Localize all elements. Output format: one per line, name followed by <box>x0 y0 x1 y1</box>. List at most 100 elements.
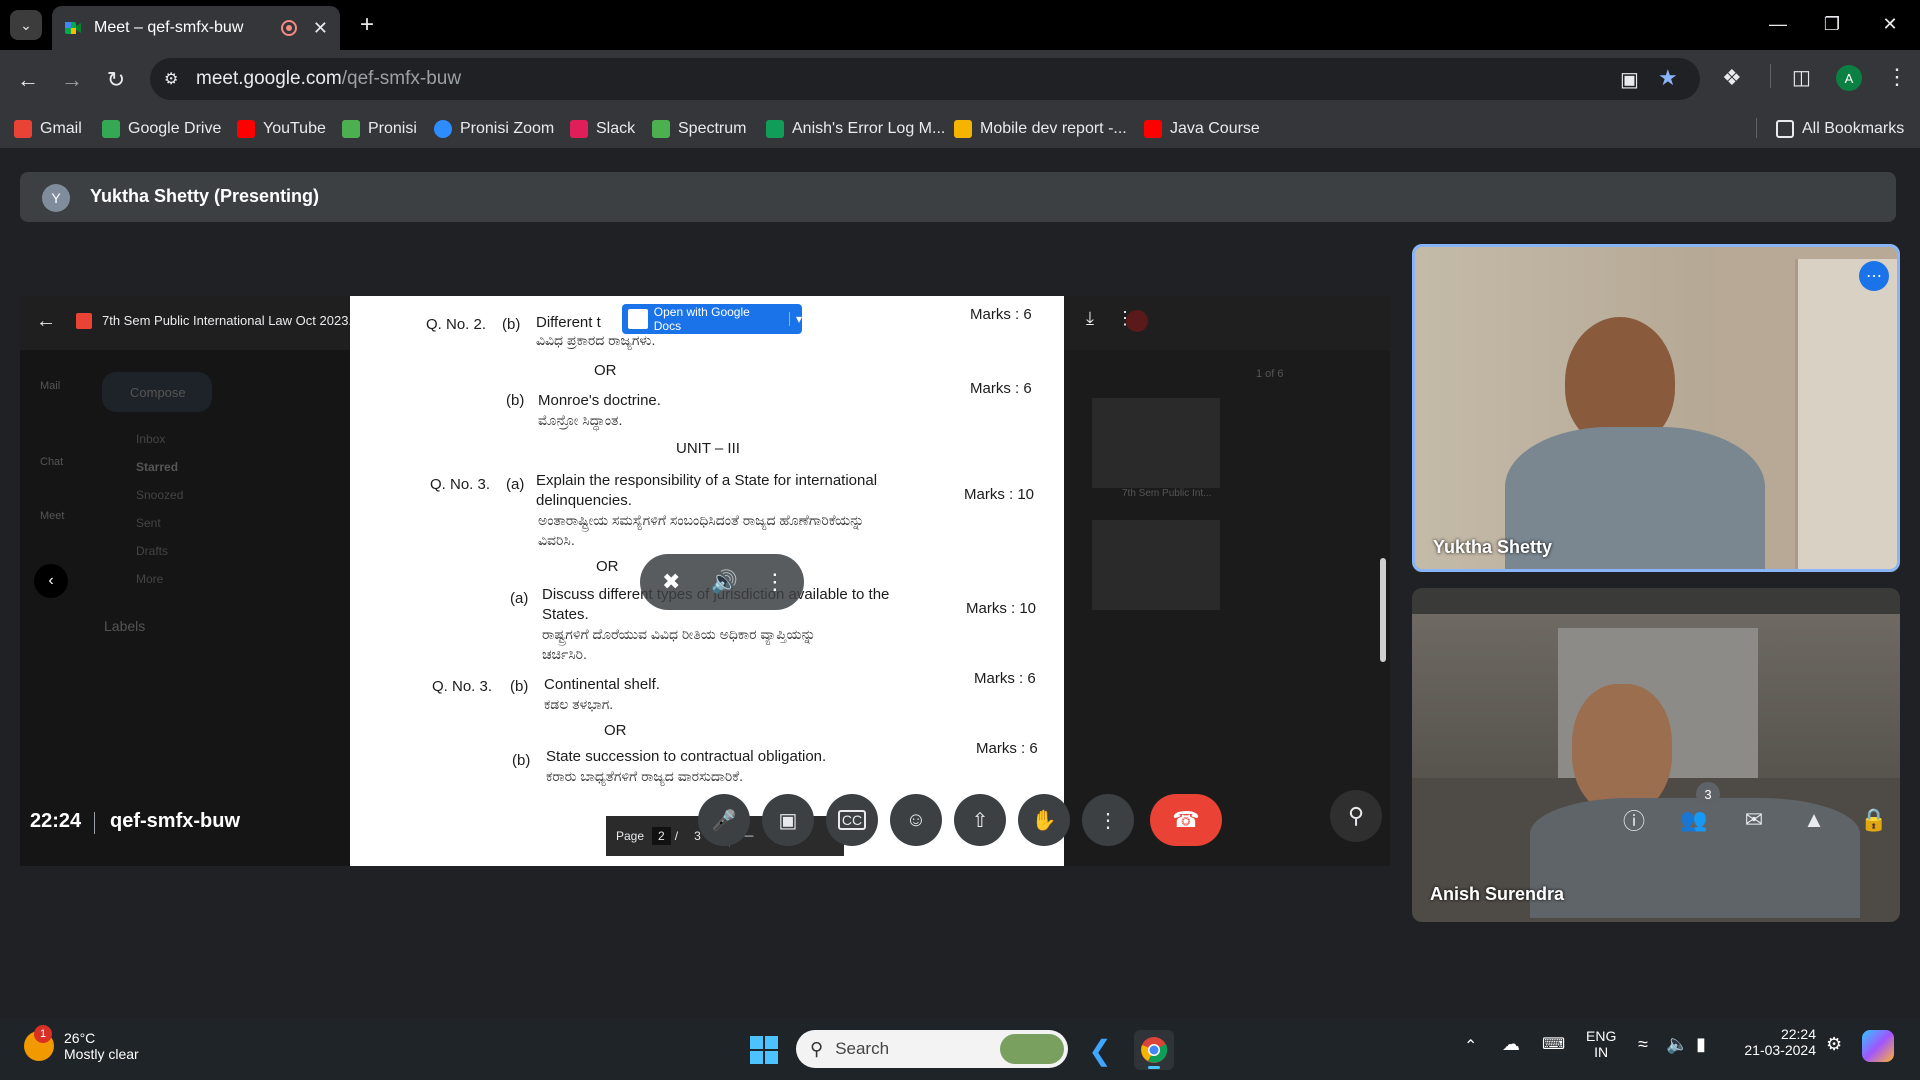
gmail-item: Sent <box>136 516 161 530</box>
gmail-icon <box>14 120 32 138</box>
reload-button[interactable]: ↻ <box>100 64 132 96</box>
close-tab-icon[interactable]: ✕ <box>313 18 328 39</box>
question-number: Q. No. 3. <box>432 678 493 695</box>
bookmark-java-course[interactable]: Java Course <box>1144 116 1260 142</box>
rail-meet: Meet <box>40 510 65 522</box>
presenter-banner: Y Yuktha Shetty (Presenting) <box>20 172 1896 222</box>
battery-icon[interactable]: ▮ <box>1696 1034 1706 1055</box>
question-number: Q. No. 2. <box>426 316 487 333</box>
more-vert-icon: ⋮ <box>1098 809 1118 832</box>
bookmark-slack[interactable]: Slack <box>570 116 635 142</box>
open-with-docs-label: Open with Google Docs <box>653 305 750 333</box>
start-button[interactable] <box>744 1030 784 1070</box>
question-text: Monroe's doctrine. <box>538 392 661 409</box>
meet-stage: Y Yuktha Shetty (Presenting) Mail Chat M… <box>0 148 1920 1018</box>
search-highlight-icon <box>1000 1034 1064 1064</box>
previous-slide-button[interactable]: ‹ <box>34 564 68 598</box>
video-face <box>1572 684 1672 814</box>
leave-call-button[interactable]: ☎ <box>1150 794 1222 846</box>
people-icon: 👥 <box>1680 807 1708 832</box>
microphone-button[interactable]: 🎤 <box>698 794 750 846</box>
captions-button[interactable]: CC <box>826 794 878 846</box>
unit-heading: UNIT – III <box>676 440 740 457</box>
captions-icon: CC <box>837 810 867 830</box>
raise-hand-button[interactable]: ✋ <box>1018 794 1070 846</box>
reload-icon: ↻ <box>106 67 126 92</box>
url-text[interactable]: meet.google.com/qef-smfx-buw <box>196 68 461 90</box>
bookmark-pronisi[interactable]: Pronisi <box>342 116 417 142</box>
chevron-up-icon[interactable]: ⌃ <box>1464 1036 1477 1056</box>
site-info-icon[interactable]: ⚙ <box>164 69 186 91</box>
tile-options-button[interactable]: ⋯ <box>1859 261 1889 291</box>
vscode-taskbar-button[interactable]: ❮ <box>1080 1030 1120 1070</box>
present-button[interactable]: ⇧ <box>954 794 1006 846</box>
bookmark-pronisi-zoom[interactable]: Pronisi Zoom <box>434 116 554 142</box>
recording-indicator-icon <box>280 20 297 36</box>
camera-button[interactable]: ▣ <box>762 794 814 846</box>
stop-presenting-icon[interactable]: ✖ <box>662 569 680 595</box>
bookmark-star-icon[interactable]: ★ <box>1658 65 1678 91</box>
rail-mail: Mail <box>40 380 61 392</box>
or-separator: OR <box>594 362 617 379</box>
or-separator: OR <box>604 722 627 739</box>
chat-button[interactable]: ✉ <box>1732 798 1776 842</box>
address-bar[interactable]: ⚙ meet.google.com/qef-smfx-buw ▣ ★ <box>150 58 1700 100</box>
participant-name: Yuktha Shetty <box>1433 537 1553 557</box>
host-controls-button[interactable]: 🔒 <box>1852 798 1896 842</box>
input-language[interactable]: ENG IN <box>1586 1028 1616 1060</box>
volume-icon[interactable]: 🔈 <box>1666 1034 1688 1055</box>
onedrive-icon[interactable]: ☁ <box>1502 1034 1520 1055</box>
scrollbar-thumb[interactable] <box>1380 558 1386 662</box>
wifi-icon[interactable]: ≈ <box>1638 1034 1648 1055</box>
chrome-taskbar-button[interactable] <box>1134 1030 1174 1070</box>
forward-button[interactable]: → <box>56 64 88 96</box>
page-input[interactable]: 2 <box>652 827 671 845</box>
page-label: Page <box>616 829 645 843</box>
restore-button[interactable]: ❐ <box>1812 8 1852 40</box>
zoom-button[interactable]: ⚲ <box>1330 790 1382 842</box>
more-options-button[interactable]: ⋮ <box>1082 794 1134 846</box>
bookmark-youtube[interactable]: YouTube <box>237 116 326 142</box>
side-panel-icon[interactable]: ◫ <box>1792 65 1811 90</box>
system-clock[interactable]: 22:24 21-03-2024 <box>1738 1026 1816 1058</box>
camera-icon: ▣ <box>778 809 798 832</box>
question-text: State succession to contractual obligati… <box>546 748 827 765</box>
participant-tile-anish[interactable]: Anish Surendra <box>1412 588 1900 922</box>
zoom-in-icon: ⚲ <box>1347 803 1365 828</box>
copilot-icon[interactable] <box>1862 1030 1894 1062</box>
new-tab-button[interactable]: + <box>352 10 382 40</box>
bookmark-gmail[interactable]: Gmail <box>14 116 82 142</box>
open-with-google-docs-button[interactable]: Open with Google Docs ▾ <box>622 304 802 334</box>
participant-tile-yuktha[interactable]: ⋯ Yuktha Shetty <box>1412 244 1900 572</box>
tab-search-button[interactable]: ⌄ <box>10 10 42 40</box>
more-vert-icon[interactable]: ⋮ <box>764 569 786 595</box>
activities-button[interactable]: ▲ <box>1792 798 1836 842</box>
taskbar-search[interactable]: ⚲ Search <box>796 1030 1068 1068</box>
volume-icon[interactable]: 🔊 <box>710 569 737 595</box>
question-part: (b) <box>506 392 525 409</box>
profile-avatar[interactable]: A <box>1836 65 1862 91</box>
bookmark-google-drive[interactable]: Google Drive <box>102 116 221 142</box>
back-button[interactable]: ← <box>12 64 44 96</box>
weather-widget[interactable]: 1 26°C Mostly clear <box>24 1025 139 1062</box>
slack-icon <box>570 120 588 138</box>
minimize-button[interactable]: — <box>1758 8 1798 40</box>
search-icon: ⚲ <box>810 1038 824 1059</box>
reactions-button[interactable]: ☺ <box>890 794 942 846</box>
browser-tab-meet[interactable]: Meet – qef-smfx-buw ✕ <box>52 6 340 50</box>
browser-menu-icon[interactable]: ⋮ <box>1886 64 1908 90</box>
camera-in-use-icon[interactable]: ▣ <box>1620 67 1639 92</box>
meeting-details-button[interactable]: ⓘ <box>1612 798 1656 842</box>
question-text-kannada: ಅಂತಾರಾಷ್ಟ್ರೀಯ ಸಮಸ್ಯೆಗಳಿಗೆ ಸಂಬಂಧಿಸಿದಂತೆ ರ… <box>538 512 865 528</box>
bookmark-mobile-dev-report[interactable]: Mobile dev report -... <box>954 116 1127 142</box>
weather-desc: Mostly clear <box>64 1046 139 1062</box>
bookmark-error-log[interactable]: Anish's Error Log M... <box>766 116 945 142</box>
bookmark-spectrum[interactable]: Spectrum <box>652 116 746 142</box>
compose-button-bg: Compose <box>102 372 212 412</box>
all-bookmarks-button[interactable]: All Bookmarks <box>1776 116 1904 142</box>
notifications-icon[interactable]: ⚙ <box>1826 1034 1842 1055</box>
close-window-button[interactable]: ✕ <box>1870 8 1910 40</box>
pdf-thumbnail <box>1092 398 1220 488</box>
language-switch-icon[interactable]: ⌨ <box>1542 1034 1565 1054</box>
extensions-icon[interactable]: ❖ <box>1722 65 1742 91</box>
